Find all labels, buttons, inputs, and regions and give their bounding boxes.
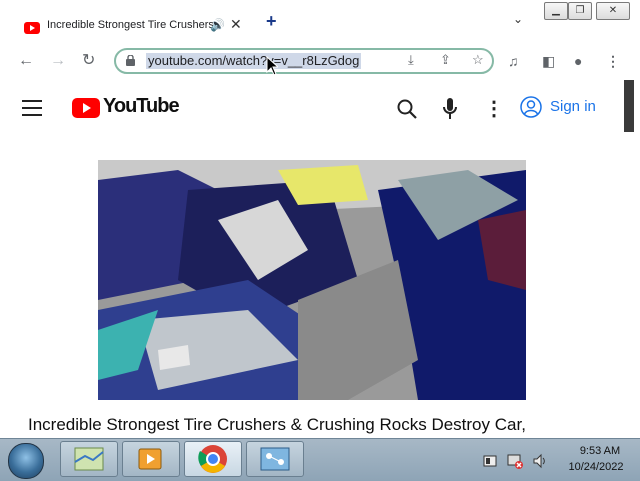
side-panel-icon[interactable]: ◧	[542, 50, 555, 72]
url-text[interactable]: youtube.com/watch?v=v__r8LzGdog	[146, 53, 362, 69]
new-tab-button[interactable]: +	[266, 12, 277, 30]
media-player-button[interactable]	[122, 441, 180, 477]
media-player-icon	[138, 448, 162, 470]
sign-in-label: Sign in	[550, 98, 596, 115]
hamburger-menu-icon[interactable]	[22, 100, 42, 116]
browser-tab[interactable]: Incredible Strongest Tire Crushers & Cru…	[14, 10, 254, 46]
lock-icon[interactable]	[126, 55, 135, 66]
maps-app-button[interactable]	[60, 441, 118, 477]
system-tray: 9:53 AM 10/24/2022	[468, 439, 640, 481]
profile-icon[interactable]: ●	[574, 50, 582, 72]
clock-date[interactable]: 10/24/2022	[560, 461, 632, 473]
restore-button[interactable]: ❐	[568, 2, 592, 20]
youtube-logo-icon[interactable]	[72, 98, 100, 118]
network-app-icon	[260, 447, 290, 471]
video-title[interactable]: Incredible Strongest Tire Crushers & Cru…	[28, 415, 628, 435]
tab-title: Incredible Strongest Tire Crushers & Cru…	[47, 19, 213, 31]
video-player[interactable]	[98, 160, 526, 400]
start-orb-icon[interactable]	[8, 443, 44, 479]
minimize-button[interactable]: ▁	[544, 2, 568, 20]
address-bar[interactable]: youtube.com/watch?v=v__r8LzGdog ⤓ ⇪ ☆	[114, 48, 494, 74]
action-center-icon[interactable]	[482, 453, 498, 469]
search-icon[interactable]	[396, 98, 418, 120]
install-icon[interactable]: ⤓	[408, 52, 414, 68]
browser-toolbar: ← → ↻ youtube.com/watch?v=v__r8LzGdog ⤓ …	[0, 46, 640, 79]
bookmark-star-icon[interactable]: ☆	[472, 52, 484, 68]
video-frame	[98, 160, 526, 400]
close-window-button[interactable]: ✕	[596, 2, 630, 20]
taskbar: 9:53 AM 10/24/2022	[0, 438, 640, 481]
speaker-icon[interactable]: 🔊	[210, 18, 225, 32]
chrome-icon	[198, 445, 227, 473]
account-icon	[520, 96, 542, 118]
back-arrow-icon[interactable]: ←	[18, 50, 34, 72]
share-icon[interactable]: ⇪	[440, 52, 451, 68]
mouse-cursor-icon	[266, 56, 278, 76]
page-scrollbar[interactable]	[624, 80, 634, 132]
youtube-header: YouTube ⋮ Sign in	[0, 78, 640, 138]
microphone-icon[interactable]	[442, 97, 458, 121]
network-warning-icon[interactable]	[506, 452, 524, 470]
media-control-icon[interactable]: ♫	[508, 50, 519, 72]
maps-app-icon	[74, 447, 104, 471]
chrome-button[interactable]	[184, 441, 242, 477]
reload-icon[interactable]: ↻	[82, 50, 95, 72]
chevron-down-icon[interactable]: ⌄	[513, 12, 523, 26]
more-options-icon[interactable]: ⋮	[484, 98, 504, 120]
forward-arrow-icon[interactable]: →	[50, 50, 66, 72]
browser-menu-icon[interactable]: ⋮	[606, 50, 620, 72]
network-app-button[interactable]	[246, 441, 304, 477]
close-icon[interactable]: ✕	[230, 16, 242, 33]
youtube-wordmark[interactable]: YouTube	[103, 95, 180, 118]
browser-tab-strip: Incredible Strongest Tire Crushers & Cru…	[0, 0, 640, 47]
youtube-favicon-icon	[24, 22, 40, 34]
clock-time[interactable]: 9:53 AM	[568, 445, 632, 457]
volume-icon[interactable]	[532, 453, 548, 469]
